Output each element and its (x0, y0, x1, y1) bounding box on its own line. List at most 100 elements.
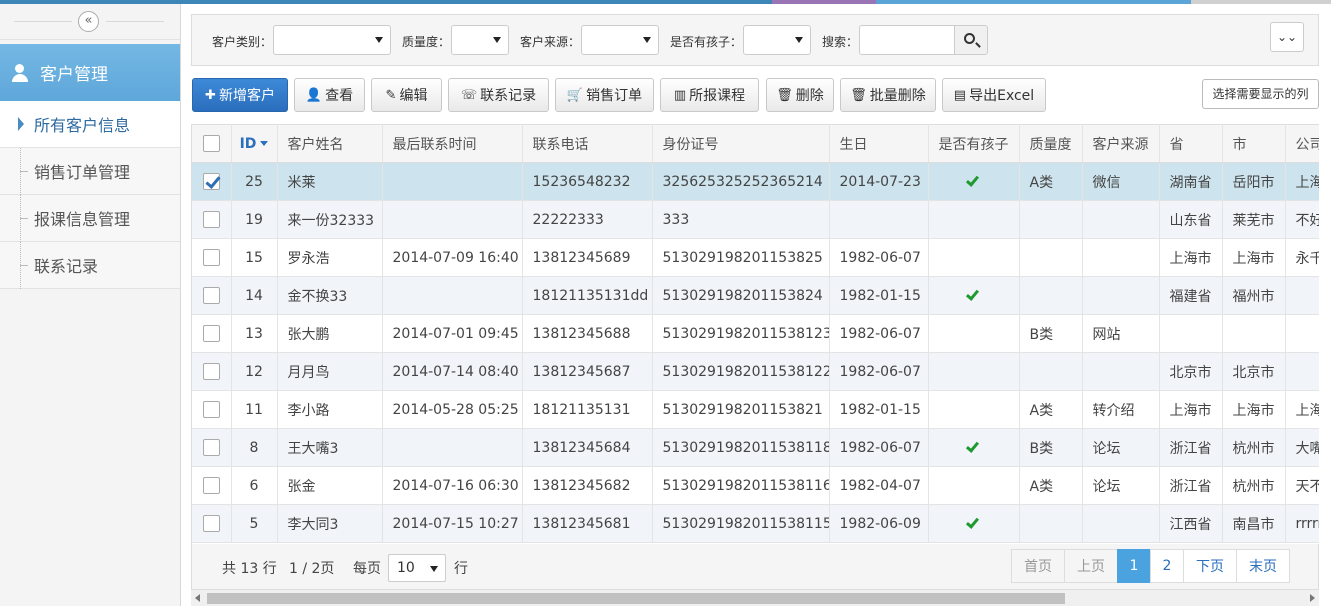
sidebar-section-customer-management[interactable]: 客户管理 (0, 44, 180, 101)
table-row[interactable]: 19来一份32333 22222333333 山东省莱芜市不好 (192, 200, 1319, 239)
page-link[interactable]: 1 (1117, 549, 1151, 583)
cell-source: 转介绍 (1082, 390, 1160, 429)
cell-birthday: 1982-06-09 (829, 504, 929, 543)
scroll-left-icon[interactable] (195, 594, 200, 602)
table-row[interactable]: 12 月月鸟 2014-07-14 08:40 13812345687 51302919… (192, 352, 1319, 391)
edit-button[interactable]: ✎ 编辑 (371, 78, 442, 112)
per-page-select[interactable]: 10 (388, 554, 446, 582)
cell-city: 莱芜市 (1222, 200, 1286, 239)
column-header-last-contact[interactable]: 最后联系时间 (382, 124, 523, 163)
cell-phone: 18121135131 (522, 390, 653, 429)
source-select[interactable] (581, 25, 659, 55)
row-select-cell (192, 238, 232, 277)
row-checkbox[interactable] (202, 287, 220, 304)
column-header-phone[interactable]: 联系电话 (522, 124, 653, 163)
cell-last-contact: 2014-07-01 09:45 (382, 314, 523, 353)
page-link[interactable]: 首页 (1011, 549, 1065, 583)
cell-city (1222, 314, 1286, 353)
category-select[interactable] (273, 25, 391, 55)
column-header-has-child[interactable]: 是否有孩子 (928, 124, 1020, 163)
pagination: 首页 上页 1 2 下页 末页 (1011, 549, 1290, 583)
cell-city: 北京市 (1222, 352, 1286, 391)
column-header-id-number[interactable]: 身份证号 (652, 124, 830, 163)
sidebar-item-sales-orders[interactable]: 销售订单管理 (0, 148, 180, 195)
column-header-quality[interactable]: 质量度 (1019, 124, 1083, 163)
row-checkbox[interactable] (202, 477, 220, 494)
search-input[interactable] (859, 25, 955, 55)
row-checkbox[interactable] (202, 515, 220, 532)
divider (106, 21, 164, 22)
page-link[interactable]: 2 (1150, 549, 1184, 583)
contact-records-button[interactable]: ☏ 联系记录 (448, 78, 549, 112)
cell-birthday: 1982-06-07 (829, 352, 929, 391)
sidebar-item-course-registration[interactable]: 报课信息管理 (0, 195, 180, 242)
column-header-name[interactable]: 客户姓名 (277, 124, 383, 163)
trash-icon: 🗑 (776, 87, 793, 103)
sidebar-item-contact-records[interactable]: 联系记录 (0, 242, 180, 289)
cell-city: 福州市 (1222, 276, 1286, 315)
double-chevron-left-icon[interactable]: « (78, 11, 99, 32)
table-row[interactable]: 13 张大鹏 2014-07-01 09:45 13812345688 51302919… (192, 314, 1319, 353)
table-row[interactable]: 14 金不换33 18121135131dd 513029198201153824 19… (192, 276, 1319, 315)
select-all-checkbox[interactable] (202, 135, 220, 152)
search-button[interactable] (954, 25, 988, 55)
table-row[interactable]: 15 罗永浩 2014-07-09 16:40 13812345689 51302919… (192, 238, 1319, 277)
courses-button[interactable]: ▥ 所报课程 (660, 78, 759, 112)
cell-has-child (928, 352, 1020, 391)
caret-down-icon (430, 566, 438, 572)
batch-delete-button[interactable]: 🗑 批量删除 (840, 78, 936, 112)
row-checkbox[interactable] (202, 173, 220, 190)
export-excel-button[interactable]: ▤ 导出Excel (942, 78, 1046, 112)
cell-province: 山东省 (1159, 200, 1223, 239)
select-all-cell (192, 124, 232, 163)
cell-customer-name: 李小路 (277, 390, 383, 429)
cell-province: 浙江省 (1159, 428, 1223, 467)
horizontal-scrollbar[interactable] (191, 590, 1319, 606)
add-customer-button[interactable]: ✚ 新增客户 (192, 78, 288, 112)
column-header-id[interactable]: ID (231, 124, 278, 163)
cell-has-child (928, 276, 1020, 315)
cell-birthday: 1982-01-15 (829, 390, 929, 429)
cell-quality (1019, 504, 1083, 543)
row-checkbox[interactable] (202, 401, 220, 418)
category-label: 客户类别： (212, 35, 273, 49)
expand-filters-button[interactable]: ⌄⌄ (1270, 22, 1304, 52)
search-icon (964, 33, 975, 44)
table-row[interactable]: 5 李大同3 2014-07-15 10:27 13812345681 51302919… (192, 504, 1319, 543)
row-checkbox[interactable] (202, 211, 220, 228)
sales-orders-button[interactable]: 🛒 销售订单 (555, 78, 654, 112)
column-header-province[interactable]: 省 (1159, 124, 1223, 163)
view-button[interactable]: 👤 查看 (294, 78, 365, 112)
cell-province: 浙江省 (1159, 466, 1223, 505)
column-header-company[interactable]: 公司 (1285, 124, 1319, 163)
scrollbar-thumb[interactable] (207, 593, 1065, 604)
table-row[interactable]: 8 王大嘴3 13812345684 5130291982011538118 1982-… (192, 428, 1319, 467)
row-checkbox[interactable] (202, 363, 220, 380)
cell-company (1285, 314, 1319, 353)
row-checkbox[interactable] (202, 249, 220, 266)
child-select[interactable] (743, 25, 811, 55)
row-checkbox[interactable] (202, 439, 220, 456)
table-row[interactable]: 11 李小路 2014-05-28 05:25 18121135131 51302919… (192, 390, 1319, 429)
cell-customer-name: 张大鹏 (277, 314, 383, 353)
delete-button[interactable]: 🗑 删除 (766, 78, 834, 112)
page-link[interactable]: 末页 (1236, 549, 1290, 583)
column-header-source[interactable]: 客户来源 (1082, 124, 1160, 163)
cell-company (1285, 352, 1319, 391)
quality-select[interactable] (451, 25, 509, 55)
column-header-city[interactable]: 市 (1222, 124, 1286, 163)
row-checkbox[interactable] (202, 325, 220, 342)
column-header-birthday[interactable]: 生日 (829, 124, 929, 163)
cell-has-child (928, 390, 1020, 429)
table-row[interactable]: 6 张金 2014-07-16 06:30 13812345682 5130291982… (192, 466, 1319, 505)
page-link[interactable]: 上页 (1064, 549, 1118, 583)
scroll-right-icon[interactable] (1310, 594, 1315, 602)
per-page-value: 10 (397, 560, 415, 576)
sidebar-item-all-customers[interactable]: 所有客户信息 (0, 101, 180, 148)
table-row[interactable]: 25 米莱 15236548232 325625325252365214 2014-07… (192, 162, 1319, 201)
page-link[interactable]: 下页 (1183, 549, 1237, 583)
cell-birthday: 1982-06-07 (829, 238, 929, 277)
top-color-strip (0, 0, 1331, 4)
cell-city: 上海市 (1222, 238, 1286, 277)
column-select-button[interactable]: 选择需要显示的列 (1202, 79, 1319, 109)
